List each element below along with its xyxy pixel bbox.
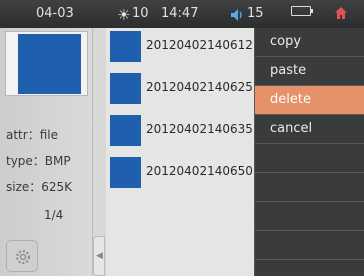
menu-item-label: delete: [270, 92, 311, 107]
menu-item-empty: [255, 202, 364, 231]
menu-item-empty: [255, 173, 364, 202]
file-name: 20120402140635: [146, 122, 253, 136]
gear-icon: [16, 250, 30, 264]
brightness-value: 10: [132, 6, 149, 21]
attr-label: attr：file: [6, 128, 58, 142]
home-icon[interactable]: [334, 6, 348, 20]
page-indicator: 1/4: [44, 208, 64, 222]
file-thumbnail: [110, 115, 141, 146]
speaker-icon: [231, 9, 242, 21]
menu-item-label: paste: [270, 63, 307, 78]
file-item[interactable]: 20120402140650: [106, 154, 254, 194]
file-list: 20120402140612 20120402140625 2012040214…: [106, 28, 254, 276]
status-bar: 04-03 ☀ 10 14:47 15: [0, 0, 364, 28]
date-label: 04-03: [36, 6, 74, 21]
collapse-handle[interactable]: ◀: [93, 236, 105, 276]
type-label: type：BMP: [6, 154, 71, 168]
settings-button[interactable]: [6, 240, 38, 272]
menu-item-copy[interactable]: copy: [255, 28, 364, 57]
sun-icon: ☀: [117, 6, 131, 24]
preview-frame: [5, 31, 88, 96]
file-item[interactable]: 20120402140612: [106, 28, 254, 68]
file-thumbnail: [110, 31, 141, 62]
file-thumbnail: [110, 157, 141, 188]
menu-item-empty: [255, 144, 364, 173]
file-name: 20120402140612: [146, 38, 253, 52]
preview-thumbnail: [18, 34, 81, 94]
file-item[interactable]: 20120402140625: [106, 70, 254, 110]
file-name: 20120402140625: [146, 80, 253, 94]
menu-item-empty: [255, 231, 364, 260]
menu-item-delete[interactable]: delete: [255, 86, 364, 115]
file-name: 20120402140650: [146, 164, 253, 178]
file-info-panel: attr：file type：BMP size：625K 1/4: [0, 28, 93, 276]
menu-item-label: cancel: [270, 121, 313, 136]
menu-item-paste[interactable]: paste: [255, 57, 364, 86]
size-label: size：625K: [6, 180, 73, 194]
file-item[interactable]: 20120402140635: [106, 112, 254, 152]
battery-icon: [291, 6, 313, 16]
volume-value: 15: [247, 6, 264, 21]
context-menu: copy paste delete cancel: [254, 28, 364, 276]
menu-item-label: copy: [270, 34, 302, 49]
menu-item-cancel[interactable]: cancel: [255, 115, 364, 144]
file-thumbnail: [110, 73, 141, 104]
chevron-left-icon: ◀: [96, 251, 103, 261]
time-label: 14:47: [161, 6, 199, 21]
